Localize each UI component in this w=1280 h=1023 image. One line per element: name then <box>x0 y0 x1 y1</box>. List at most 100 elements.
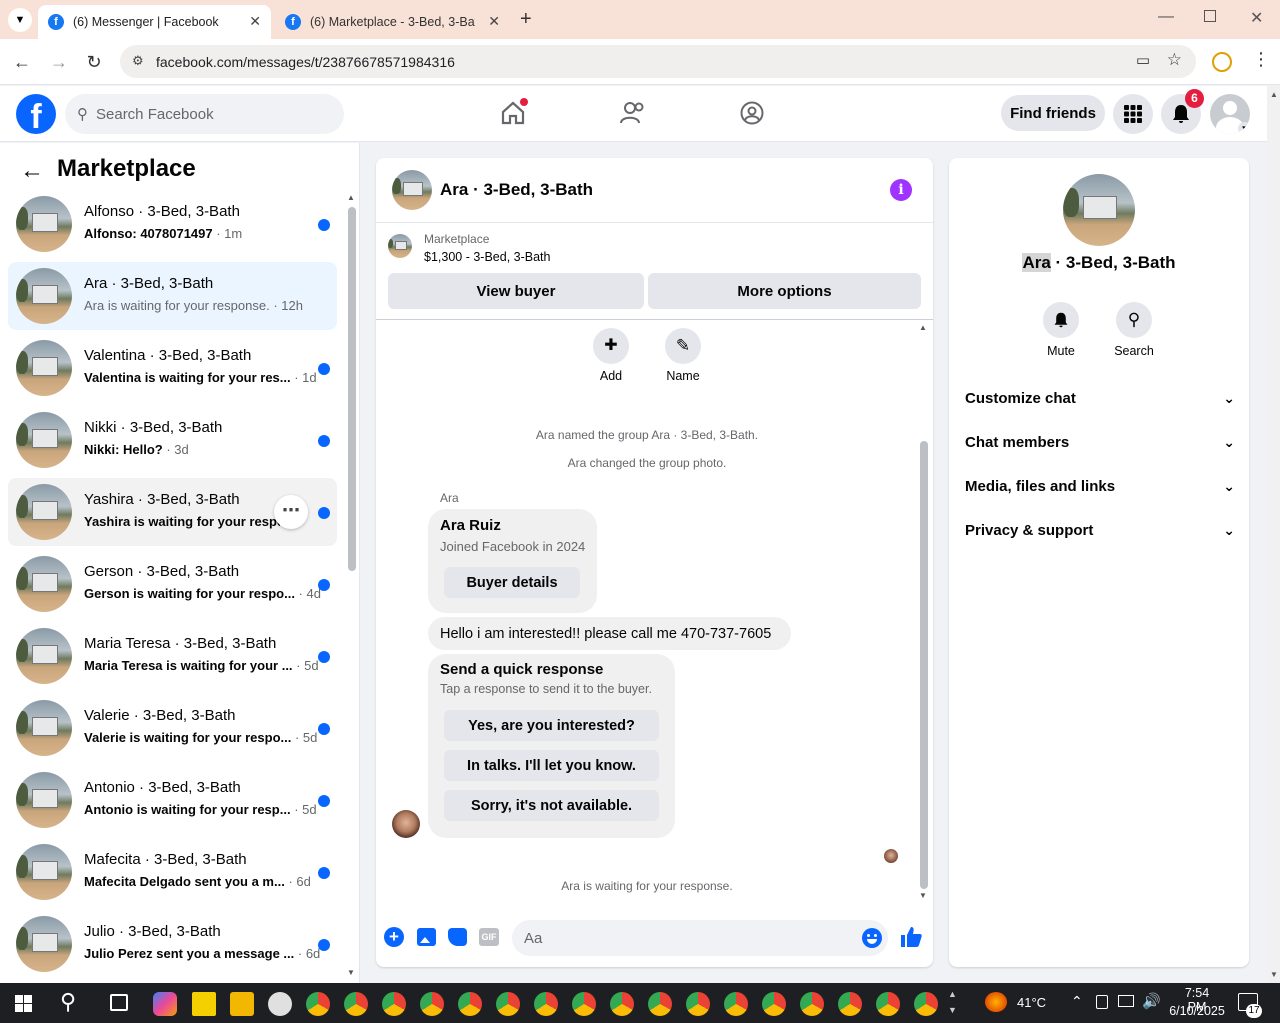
media-files-links-row[interactable]: Media, files and links ⌄ <box>965 478 1235 502</box>
facebook-logo[interactable]: f <box>16 94 56 134</box>
chrome-profile-icon[interactable] <box>648 992 672 1016</box>
conversation-item[interactable]: Valentina · 3-Bed, 3-Bath Valentina is w… <box>8 334 337 402</box>
listing-title[interactable]: $1,300 - 3-Bed, 3-Bath <box>424 250 550 264</box>
chrome-profile-icon[interactable] <box>914 992 938 1016</box>
edit-name-button[interactable]: ✎ Name <box>665 328 701 383</box>
quick-response-option[interactable]: Yes, are you interested? <box>444 710 659 741</box>
network-icon[interactable] <box>1118 995 1134 1007</box>
sticker-icon[interactable] <box>448 928 467 946</box>
copilot-icon[interactable] <box>153 992 177 1016</box>
site-settings-icon[interactable]: ⚙ <box>132 53 144 69</box>
chrome-profile-icon[interactable] <box>762 992 786 1016</box>
gif-icon[interactable]: GIF <box>479 928 499 946</box>
more-options-icon[interactable]: ⋯ <box>274 495 308 529</box>
chrome-profile-icon[interactable] <box>306 992 330 1016</box>
close-window-icon[interactable]: ✕ <box>1250 8 1263 28</box>
url-field[interactable]: ⚙ facebook.com/messages/t/23876678571984… <box>120 45 1196 78</box>
chrome-profile-icon[interactable] <box>610 992 634 1016</box>
conversation-item[interactable]: Nikki · 3-Bed, 3-Bath Nikki: Hello? · 3d <box>8 406 337 474</box>
conversation-item-hovered[interactable]: Yashira · 3-Bed, 3-Bath Yashira is waiti… <box>8 478 337 546</box>
search-taskbar-icon[interactable]: ⚲ <box>60 989 76 1015</box>
chrome-profile-icon[interactable] <box>838 992 862 1016</box>
friends-nav-icon[interactable] <box>620 101 646 128</box>
forward-icon[interactable]: → <box>46 49 72 75</box>
temperature[interactable]: 41°C <box>1017 995 1046 1010</box>
conversation-item[interactable]: Valerie · 3-Bed, 3-Bath Valerie is waiti… <box>8 694 337 762</box>
quick-response-option[interactable]: In talks. I'll let you know. <box>444 750 659 781</box>
tab-list-chevron-icon[interactable]: ▼ <box>8 8 32 32</box>
list-scrollbar-thumb[interactable] <box>348 207 356 571</box>
chrome-profile-icon[interactable] <box>876 992 900 1016</box>
paint-icon[interactable] <box>268 992 292 1016</box>
back-arrow-icon[interactable]: ← <box>20 157 44 185</box>
close-tab-icon[interactable]: ✕ <box>249 13 261 30</box>
chrome-profile-icon[interactable] <box>534 992 558 1016</box>
conversation-item[interactable]: Antonio · 3-Bed, 3-Bath Antonio is waiti… <box>8 766 337 834</box>
listing-thumbnail[interactable] <box>388 234 412 258</box>
minimize-icon[interactable]: — <box>1158 8 1174 26</box>
chat-scroll-up-icon[interactable]: ▲ <box>919 323 927 332</box>
browser-menu-icon[interactable]: ⋮ <box>1252 49 1270 70</box>
volume-icon[interactable]: 🔊 <box>1142 992 1161 1010</box>
taskbar-scroll-icon[interactable]: ▲ ▼ <box>948 986 957 1018</box>
chat-scrollbar-thumb[interactable] <box>920 441 928 889</box>
emoji-icon[interactable] <box>862 928 882 948</box>
chrome-profile-icon[interactable] <box>344 992 368 1016</box>
restore-icon[interactable] <box>1204 10 1216 22</box>
tray-apps-icon[interactable] <box>1096 995 1108 1009</box>
conversation-item[interactable]: Maria Teresa · 3-Bed, 3-Bath Maria Teres… <box>8 622 337 690</box>
conversation-item[interactable]: Mafecita · 3-Bed, 3-Bath Mafecita Delgad… <box>8 838 337 906</box>
plus-actions-icon[interactable]: + <box>384 927 404 947</box>
search-conversation-button[interactable]: ⚲ Search <box>1109 302 1159 358</box>
clock-date[interactable]: 6/10/2025 <box>1166 1004 1228 1018</box>
chat-members-row[interactable]: Chat members ⌄ <box>965 434 1235 458</box>
chrome-profile-icon[interactable] <box>800 992 824 1016</box>
list-scroll-up-icon[interactable]: ▲ <box>347 193 355 202</box>
chrome-profile-icon[interactable] <box>686 992 710 1016</box>
more-options-button[interactable]: More options <box>648 273 921 309</box>
sender-avatar[interactable] <box>392 810 420 838</box>
chrome-profile-icon[interactable] <box>458 992 482 1016</box>
list-scroll-down-icon[interactable]: ▼ <box>347 968 355 977</box>
profile-icon[interactable] <box>1212 52 1232 72</box>
back-icon[interactable]: ← <box>9 49 35 75</box>
photo-attach-icon[interactable] <box>417 928 436 946</box>
tab-marketplace[interactable]: f (6) Marketplace - 3-Bed, 3-Bath ✕ <box>275 5 510 39</box>
chrome-profile-icon[interactable] <box>724 992 748 1016</box>
close-tab-icon[interactable]: ✕ <box>488 13 500 30</box>
tab-messenger[interactable]: f (6) Messenger | Facebook ✕ <box>38 5 271 39</box>
reload-icon[interactable]: ↻ <box>81 49 107 75</box>
tray-chevron-icon[interactable]: ⌃ <box>1071 993 1083 1010</box>
sticky-notes-icon[interactable] <box>192 992 216 1016</box>
weather-icon[interactable] <box>985 992 1007 1012</box>
customize-chat-row[interactable]: Customize chat ⌄ <box>965 390 1235 414</box>
quick-response-option[interactable]: Sorry, it's not available. <box>444 790 659 821</box>
message-composer-input[interactable]: Aa <box>512 920 888 956</box>
search-input[interactable]: ⚲ Search Facebook <box>65 94 344 134</box>
mute-button[interactable]: Mute <box>1041 302 1081 358</box>
find-friends-button[interactable]: Find friends <box>1001 95 1105 131</box>
home-nav-icon[interactable] <box>500 98 528 126</box>
chat-title[interactable]: Ara · 3-Bed, 3-Bath <box>440 180 593 200</box>
info-icon[interactable]: i <box>890 179 912 201</box>
thumbs-up-icon[interactable] <box>899 925 923 952</box>
group-avatar[interactable] <box>1063 174 1135 246</box>
chrome-profile-icon[interactable] <box>572 992 596 1016</box>
privacy-support-row[interactable]: Privacy & support ⌄ <box>965 522 1235 546</box>
conversation-item[interactable]: Gerson · 3-Bed, 3-Bath Gerson is waiting… <box>8 550 337 618</box>
task-view-icon[interactable] <box>110 994 128 1011</box>
menu-grid-icon[interactable] <box>1113 94 1153 134</box>
start-icon[interactable] <box>15 995 32 1012</box>
message-bubble[interactable]: Hello i am interested!! please call me 4… <box>428 617 791 650</box>
install-app-icon[interactable]: ▭ <box>1136 51 1150 69</box>
page-scrollbar[interactable]: ▲ ▼ <box>1267 86 1280 983</box>
groups-nav-icon[interactable] <box>740 101 764 128</box>
chat-scroll-down-icon[interactable]: ▼ <box>919 891 927 900</box>
conversation-item[interactable]: Alfonso · 3-Bed, 3-Bath Alfonso: 4078071… <box>8 190 337 258</box>
notifications-bell-icon[interactable]: 6 <box>1161 89 1204 134</box>
chrome-profile-icon[interactable] <box>496 992 520 1016</box>
file-explorer-icon[interactable] <box>230 992 254 1016</box>
add-person-button[interactable]: ✚ Add <box>593 328 629 383</box>
conversation-item[interactable]: Julio · 3-Bed, 3-Bath Julio Perez sent y… <box>8 910 337 978</box>
account-avatar[interactable]: ▼ <box>1210 94 1250 134</box>
